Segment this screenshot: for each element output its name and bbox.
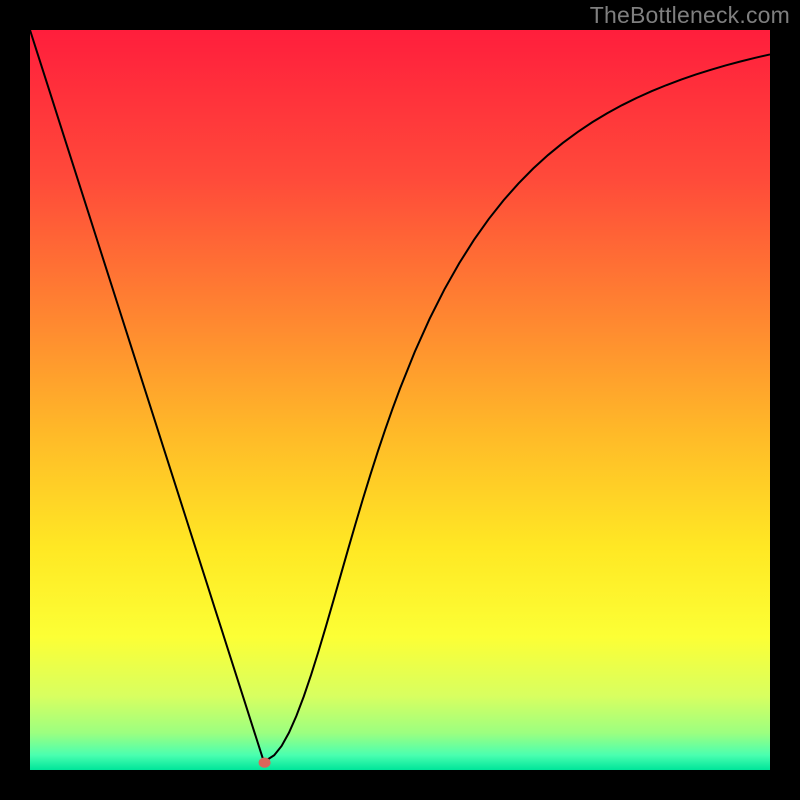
bottleneck-chart xyxy=(0,0,800,800)
optimal-point-marker xyxy=(259,758,271,768)
watermark-text: TheBottleneck.com xyxy=(590,2,790,29)
plot-background xyxy=(30,30,770,770)
chart-container: TheBottleneck.com xyxy=(0,0,800,800)
